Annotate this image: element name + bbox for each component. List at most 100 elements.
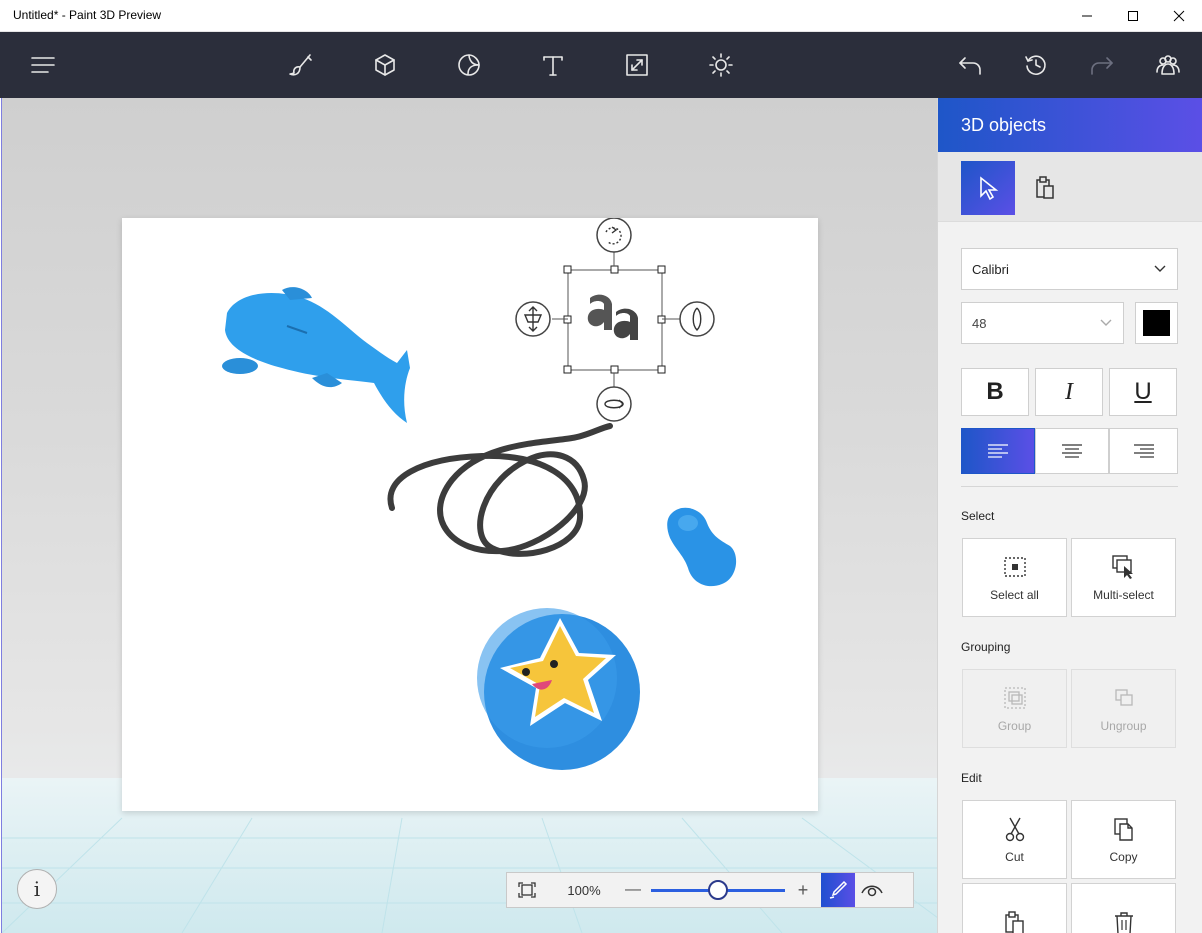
ball-with-star-sticker[interactable]	[477, 608, 640, 770]
sticker-icon	[458, 54, 480, 76]
close-icon	[1173, 10, 1185, 22]
section-divider	[961, 486, 1178, 487]
info-button[interactable]: i	[17, 869, 57, 909]
properties-sidebar: 3D objects Calibri 48 B I U Select Selec…	[937, 98, 1202, 933]
chevron-down-icon	[1154, 265, 1166, 272]
multi-select-button[interactable]: Multi-select	[1071, 538, 1176, 617]
redo-button[interactable]	[1081, 44, 1123, 86]
edit-section-label: Edit	[961, 771, 982, 785]
main-toolbar	[0, 32, 1202, 98]
minimize-button[interactable]	[1064, 0, 1110, 32]
text-icon	[543, 56, 563, 76]
drawing-canvas[interactable]	[122, 218, 818, 811]
rotate-gizmo[interactable]	[596, 218, 632, 253]
maximize-icon	[1128, 11, 1138, 21]
align-left-icon	[988, 444, 1008, 458]
copy-icon	[1113, 817, 1133, 841]
remix-people-icon	[1156, 55, 1180, 75]
chevron-down-icon	[1100, 319, 1112, 326]
brush-icon	[289, 54, 312, 76]
zoom-value: 100%	[567, 882, 601, 898]
select-all-button[interactable]: Select all	[962, 538, 1067, 617]
canvas-resize-icon	[626, 54, 648, 76]
menu-button[interactable]	[22, 44, 64, 86]
align-center-icon	[1062, 444, 1082, 458]
sidebar-header: 3D objects	[938, 98, 1202, 152]
mixed-reality-paint-button[interactable]	[821, 873, 855, 907]
scribble-stroke[interactable]	[387, 423, 613, 557]
group-label: Group	[997, 718, 1032, 733]
grouping-section-label: Grouping	[961, 640, 1011, 654]
hamburger-icon	[31, 57, 55, 73]
zoom-out-button[interactable]: —	[621, 881, 645, 899]
text-color-picker[interactable]	[1135, 302, 1178, 344]
paste-icon	[1004, 910, 1024, 933]
fit-screen-icon	[518, 882, 536, 898]
minimize-icon	[1082, 15, 1092, 17]
ungroup-button[interactable]: Ungroup	[1071, 669, 1176, 748]
font-value: Calibri	[972, 262, 1009, 277]
text-button[interactable]	[532, 44, 574, 86]
workspace: i 100% — +	[1, 98, 937, 933]
maximize-button[interactable]	[1110, 0, 1156, 32]
font-dropdown[interactable]: Calibri	[961, 248, 1178, 290]
history-icon	[1025, 55, 1046, 75]
copy-label: Copy	[1109, 849, 1138, 864]
undo-button[interactable]	[949, 44, 991, 86]
group-icon	[1003, 686, 1026, 709]
canvas-button[interactable]	[616, 44, 658, 86]
select-section-label: Select	[961, 509, 995, 523]
whale-3d-object[interactable]	[222, 287, 410, 423]
align-right-button[interactable]	[1109, 428, 1178, 474]
ungroup-label: Ungroup	[1100, 718, 1147, 733]
cut-label: Cut	[1005, 849, 1024, 864]
redo-icon	[1091, 57, 1113, 75]
stickers-button[interactable]	[448, 44, 490, 86]
italic-button[interactable]: I	[1035, 368, 1103, 416]
cut-button[interactable]: Cut	[962, 800, 1067, 879]
font-size-value: 48	[972, 316, 987, 331]
group-button[interactable]: Group	[962, 669, 1067, 748]
window-title: Untitled* - Paint 3D Preview	[13, 8, 162, 22]
info-label: i	[33, 877, 41, 901]
blob-3d-object[interactable]	[667, 507, 737, 587]
history-button[interactable]	[1015, 44, 1057, 86]
font-size-dropdown[interactable]: 48	[961, 302, 1124, 344]
view-3d-button[interactable]	[855, 873, 889, 907]
multi-select-icon	[1111, 554, 1133, 579]
title-bar: Untitled* - Paint 3D Preview	[0, 0, 1202, 32]
copy-button[interactable]: Copy	[1071, 800, 1176, 879]
cursor-icon	[980, 176, 999, 201]
paste-button[interactable]	[962, 883, 1067, 933]
select-tool-tab[interactable]	[961, 161, 1015, 215]
paste-tab[interactable]	[1018, 161, 1072, 215]
bold-button[interactable]: B	[961, 368, 1029, 416]
zoom-slider[interactable]	[645, 873, 785, 907]
remix-button[interactable]	[1147, 44, 1189, 86]
ungroup-icon	[1114, 688, 1133, 706]
trash-icon	[1114, 911, 1133, 933]
zoom-slider-thumb[interactable]	[708, 880, 728, 900]
delete-button[interactable]	[1071, 883, 1176, 933]
close-button[interactable]	[1156, 0, 1202, 32]
effects-button[interactable]	[700, 44, 742, 86]
eye-icon	[861, 885, 883, 897]
zoom-bar: 100% — +	[506, 872, 914, 908]
multi-select-label: Multi-select	[1093, 587, 1154, 602]
cube-icon	[375, 54, 395, 76]
underline-button[interactable]: U	[1109, 368, 1177, 416]
align-center-button[interactable]	[1035, 428, 1109, 474]
align-left-button[interactable]	[961, 428, 1035, 474]
pen-icon	[829, 880, 848, 899]
3d-shapes-button[interactable]	[364, 44, 406, 86]
fit-to-screen-button[interactable]	[507, 873, 547, 907]
spin-gizmo[interactable]	[596, 386, 632, 422]
art-tools-button[interactable]	[280, 44, 322, 86]
text-3d-object[interactable]	[515, 218, 715, 422]
zoom-in-button[interactable]: +	[785, 880, 821, 901]
clipboard-icon	[1036, 176, 1054, 199]
undo-icon	[959, 57, 981, 75]
sidebar-tabs	[938, 152, 1202, 222]
select-all-label: Select all	[990, 587, 1039, 602]
effects-icon	[709, 53, 733, 77]
